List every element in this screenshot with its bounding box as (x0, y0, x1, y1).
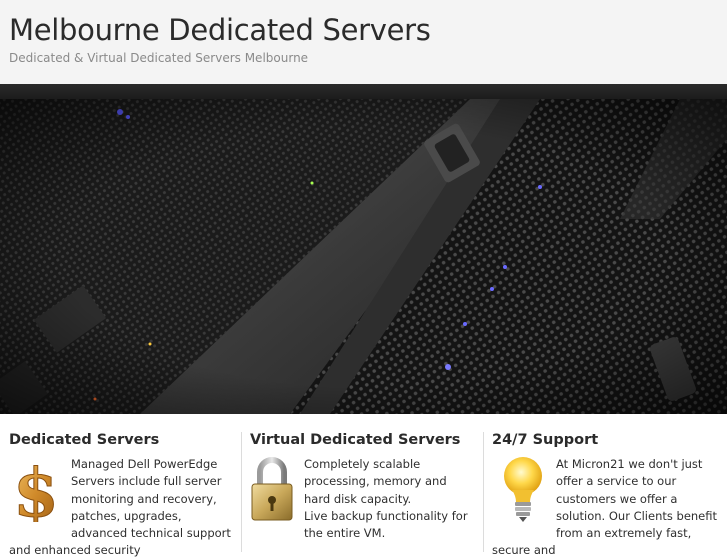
feature-columns: Dedicated Servers $ Managed Dell PowerEd… (0, 414, 727, 557)
feature-title[interactable]: Dedicated Servers (9, 432, 241, 448)
site-header: Melbourne Dedicated Servers Dedicated & … (0, 0, 727, 84)
site-tagline: Dedicated & Virtual Dedicated Servers Me… (9, 51, 309, 65)
site-title[interactable]: Melbourne Dedicated Servers (9, 13, 431, 47)
lightbulb-icon (492, 456, 548, 529)
feature-dedicated-servers: Dedicated Servers $ Managed Dell PowerEd… (9, 432, 241, 557)
feature-title[interactable]: Virtual Dedicated Servers (250, 432, 475, 448)
feature-title[interactable]: 24/7 Support (492, 432, 724, 448)
dollar-icon: $ (9, 454, 63, 533)
navigation-bar (0, 84, 727, 99)
feature-description-extra: Live backup functionality for the entire… (304, 508, 468, 541)
feature-virtual-dedicated-servers: Virtual Dedicated Servers Completely sca… (241, 432, 475, 552)
svg-text:$: $ (13, 456, 59, 522)
padlock-icon (250, 456, 294, 527)
feature-description: Completely scalable processing, memory a… (304, 457, 447, 506)
feature-24-7-support: 24/7 Support At Micron21 we don't just o… (483, 432, 724, 557)
hero-server-rack-image (0, 99, 727, 414)
